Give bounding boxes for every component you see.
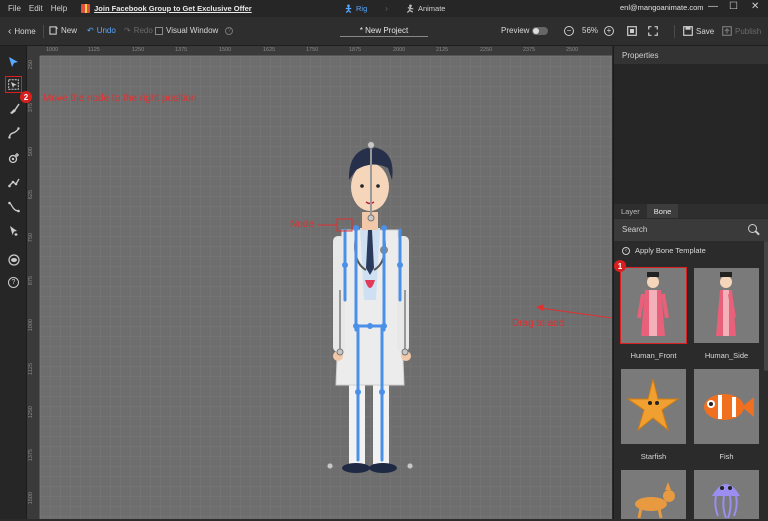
drag-to-add-label: Drag to add (512, 318, 565, 329)
template-jellyfish[interactable] (694, 470, 759, 519)
properties-body (614, 64, 768, 206)
node-label: Node (290, 219, 314, 230)
template-label: Starfish (640, 452, 667, 461)
starfish-figure (626, 378, 680, 432)
step-badge-2: 2 (20, 91, 32, 103)
template-label: Human_Front (630, 351, 677, 360)
template-label: Fish (719, 452, 734, 461)
panel-tabs: Layer Bone (614, 204, 768, 218)
dog-figure (635, 482, 675, 519)
fish-figure (704, 394, 754, 420)
human-side-figure (716, 272, 736, 336)
search-box[interactable]: Search (614, 219, 768, 241)
right-panel: Properties Layer Bone Search ‹ Apply Bon… (613, 46, 768, 519)
jellyfish-figure (712, 484, 740, 519)
search-placeholder: Search (622, 225, 648, 234)
template-label: Human_Side (704, 351, 749, 360)
scrollbar[interactable] (764, 241, 768, 371)
template-human-front[interactable] (620, 267, 687, 344)
chevron-left-icon: ‹ (622, 246, 630, 255)
tab-layer[interactable]: Layer (614, 204, 647, 218)
template-fish[interactable] (694, 369, 759, 444)
apply-template-label: Apply Bone Template (635, 246, 706, 255)
properties-header: Properties (614, 46, 768, 64)
apply-bone-template[interactable]: ‹ Apply Bone Template (622, 246, 706, 255)
move-node-hint: Move the node to the right position (43, 93, 197, 104)
template-human-side[interactable] (694, 268, 759, 343)
search-icon[interactable] (748, 224, 757, 233)
step-badge-1: 1 (614, 260, 626, 272)
template-starfish[interactable] (621, 369, 686, 444)
template-dog[interactable] (621, 470, 686, 519)
tab-bone[interactable]: Bone (646, 204, 679, 218)
human-front-figure (637, 272, 669, 336)
